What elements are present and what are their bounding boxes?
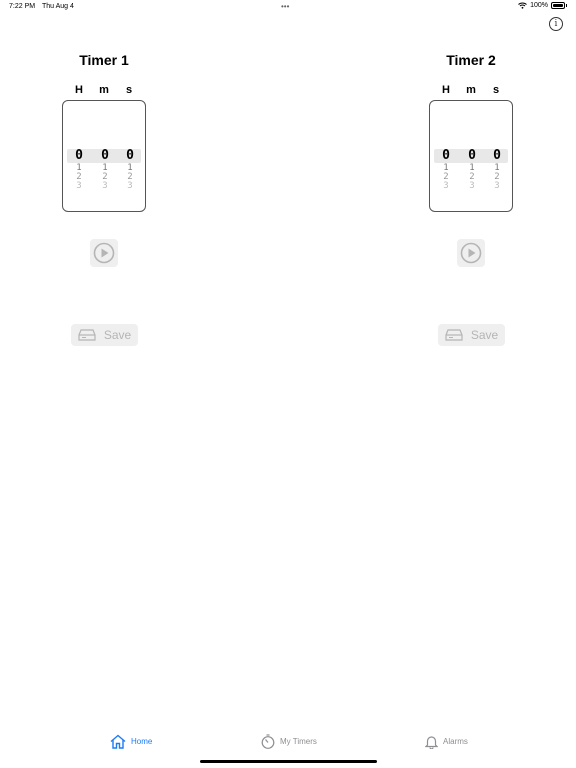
tab-alarms-label: Alarms <box>443 737 468 746</box>
minutes-wheel[interactable]: 0 1 2 3 <box>99 148 111 191</box>
play-icon <box>93 242 115 264</box>
stopwatch-icon <box>261 734 275 749</box>
battery-percent: 100% <box>530 2 548 9</box>
home-indicator[interactable] <box>200 760 377 763</box>
battery-tip <box>566 4 567 7</box>
wifi-icon <box>518 2 527 9</box>
minutes-option: 3 <box>102 181 108 191</box>
unit-minutes-label: m <box>99 84 109 96</box>
seconds-selected: 0 <box>126 148 134 163</box>
tab-my-timers-label: My Timers <box>280 737 317 746</box>
unit-seconds-label: s <box>492 84 500 96</box>
tab-home-label: Home <box>131 737 153 746</box>
info-button[interactable]: i <box>549 17 563 31</box>
play-button[interactable] <box>457 239 485 267</box>
timer-title: Timer 2 <box>446 52 496 68</box>
tab-alarms[interactable]: Alarms <box>425 734 468 749</box>
unit-row: H m s <box>54 84 154 96</box>
tab-my-timers[interactable]: My Timers <box>261 734 317 749</box>
hours-wheel[interactable]: 0 1 2 3 <box>73 148 85 191</box>
minutes-wheel[interactable]: 0 1 2 3 <box>466 148 478 191</box>
save-button[interactable]: Save <box>71 324 138 346</box>
battery-icon <box>551 2 565 9</box>
save-label: Save <box>470 328 499 342</box>
hours-selected: 0 <box>75 148 83 163</box>
bell-icon <box>425 736 438 749</box>
hours-option: 3 <box>443 181 449 191</box>
status-bar: 7:22 PM Thu Aug 4 ••• 100% <box>0 0 576 14</box>
hours-selected: 0 <box>442 148 450 163</box>
time-picker[interactable]: 0 1 2 3 0 1 2 3 0 1 2 3 <box>62 100 146 212</box>
unit-row: H m s <box>421 84 521 96</box>
seconds-wheel[interactable]: 0 1 2 3 <box>124 148 136 191</box>
status-date: Thu Aug 4 <box>42 3 74 10</box>
tab-home[interactable]: Home <box>110 734 152 749</box>
seconds-option: 3 <box>127 181 133 191</box>
drive-icon <box>445 329 463 341</box>
save-button[interactable]: Save <box>438 324 505 346</box>
home-icon <box>110 734 126 749</box>
play-button[interactable] <box>90 239 118 267</box>
seconds-option: 3 <box>494 181 500 191</box>
unit-minutes-label: m <box>466 84 476 96</box>
hours-wheel[interactable]: 0 1 2 3 <box>440 148 452 191</box>
minutes-option: 3 <box>469 181 475 191</box>
status-right: 100% <box>518 2 567 9</box>
timer-1: Timer 1 H m s 0 1 2 3 0 1 2 3 0 1 2 3 <box>54 52 154 212</box>
minutes-selected: 0 <box>468 148 476 163</box>
hours-option: 3 <box>76 181 82 191</box>
tab-bar: Home My Timers Alarms <box>0 734 576 758</box>
unit-hours-label: H <box>442 84 450 96</box>
timer-title: Timer 1 <box>79 52 129 68</box>
timer-2: Timer 2 H m s 0 1 2 3 0 1 2 3 0 1 2 3 <box>421 52 521 212</box>
save-label: Save <box>103 328 132 342</box>
seconds-selected: 0 <box>493 148 501 163</box>
time-picker[interactable]: 0 1 2 3 0 1 2 3 0 1 2 3 <box>429 100 513 212</box>
seconds-wheel[interactable]: 0 1 2 3 <box>491 148 503 191</box>
status-time: 7:22 PM <box>9 3 36 10</box>
unit-hours-label: H <box>75 84 83 96</box>
drive-icon <box>78 329 96 341</box>
unit-seconds-label: s <box>125 84 133 96</box>
play-icon <box>460 242 482 264</box>
multitasking-dots[interactable]: ••• <box>281 2 289 11</box>
minutes-selected: 0 <box>101 148 109 163</box>
